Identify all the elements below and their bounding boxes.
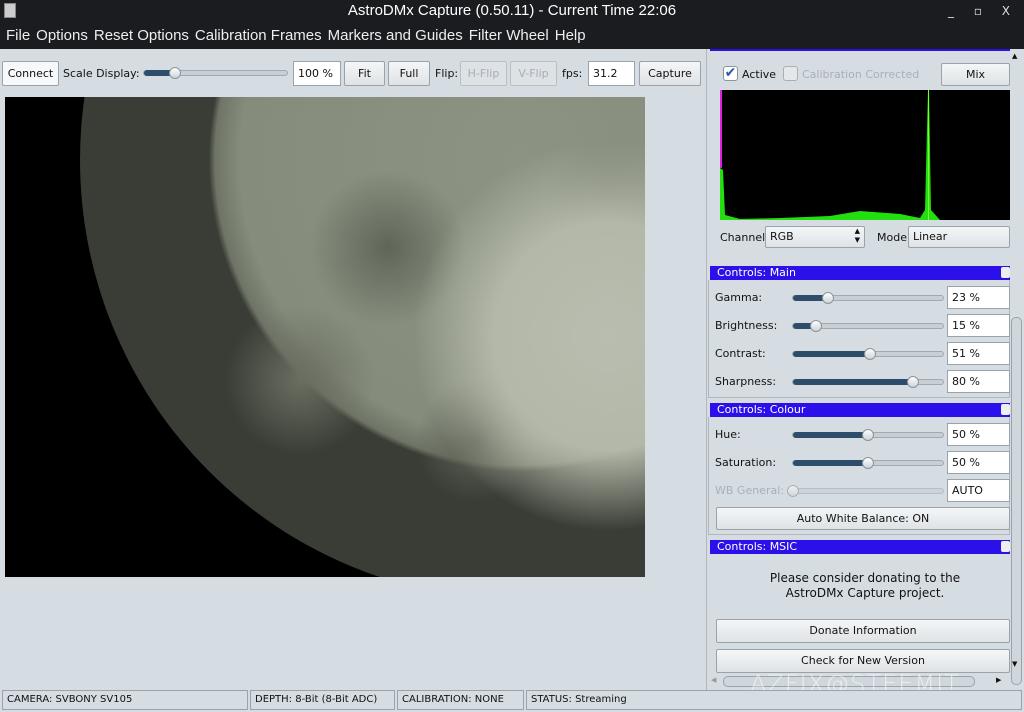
contrast-slider[interactable]	[792, 348, 944, 360]
hue-value[interactable]: 50 %	[947, 423, 1010, 446]
hue-label: Hue:	[715, 428, 741, 441]
wb-general-slider-knob[interactable]	[787, 485, 799, 497]
menu-bar: File Options Reset Options Calibration F…	[0, 22, 1024, 49]
donate-line-1: Please consider donating to the	[769, 571, 961, 585]
hue-slider-fill	[793, 432, 868, 438]
sharpness-slider-fill	[793, 379, 913, 385]
controls-colour-header[interactable]: Controls: Colour	[710, 403, 1010, 417]
brightness-value[interactable]: 15 %	[947, 314, 1010, 337]
collapse-icon[interactable]	[1001, 541, 1010, 552]
capture-button[interactable]: Capture	[639, 61, 701, 86]
status-depth: DEPTH: 8-Bit (8-Bit ADC)	[250, 690, 395, 710]
controls-colour-title: Controls: Colour	[717, 403, 806, 416]
window-title: AstroDMx Capture (0.50.11) - Current Tim…	[347, 2, 677, 19]
calibration-label: Calibration Corrected	[802, 68, 920, 81]
menu-calibration-frames[interactable]: Calibration Frames	[195, 22, 322, 49]
contrast-slider-fill	[793, 351, 870, 357]
donate-information-button[interactable]: Donate Information	[716, 619, 1010, 643]
title-bar: AstroDMx Capture (0.50.11) - Current Tim…	[0, 0, 1024, 22]
saturation-value[interactable]: 50 %	[947, 451, 1010, 474]
status-calibration: CALIBRATION: NONE	[397, 690, 524, 710]
sharpness-label: Sharpness:	[715, 375, 777, 388]
scale-display-label: Scale Display:	[63, 67, 140, 80]
channel-label: Channel:	[720, 231, 769, 244]
active-label: Active	[742, 68, 777, 81]
hue-slider-knob[interactable]	[862, 429, 874, 441]
channel-select[interactable]: RGB ▲ ▼	[765, 226, 865, 248]
gamma-slider-knob[interactable]	[821, 292, 834, 304]
histogram-magenta	[720, 90, 722, 168]
contrast-value[interactable]: 51 %	[947, 342, 1010, 365]
mode-value: Linear	[913, 230, 948, 243]
window-controls[interactable]: _ ▫ X	[948, 0, 1018, 22]
sharpness-slider[interactable]	[792, 376, 944, 388]
spinner-icon: ▲ ▼	[854, 227, 860, 244]
mode-select[interactable]: Linear	[908, 226, 1010, 248]
controls-msic-header[interactable]: Controls: MSIC	[710, 540, 1010, 554]
wb-general-slider[interactable]	[787, 485, 944, 497]
sharpness-value[interactable]: 80 %	[947, 370, 1010, 393]
wb-general-label: WB General:	[715, 484, 784, 497]
histogram	[720, 90, 1010, 220]
collapse-icon[interactable]	[1001, 267, 1010, 278]
brightness-slider[interactable]	[792, 320, 944, 332]
status-camera: CAMERA: SVBONY SV105	[2, 690, 248, 710]
channel-value: RGB	[770, 230, 794, 243]
scroll-left-icon[interactable]: ◀	[711, 676, 716, 684]
saturation-slider-knob[interactable]	[862, 457, 874, 469]
brightness-label: Brightness:	[715, 319, 778, 332]
moon-image	[80, 97, 645, 577]
mode-label: Mode:	[877, 231, 911, 244]
gamma-value[interactable]: 23 %	[947, 286, 1010, 309]
gamma-slider[interactable]	[792, 292, 944, 304]
scroll-thumb[interactable]	[1011, 317, 1022, 685]
vertical-scrollbar[interactable]: ▲ ▼	[1011, 52, 1022, 685]
contrast-slider-knob[interactable]	[863, 348, 876, 360]
contrast-label: Contrast:	[715, 347, 766, 360]
connect-button[interactable]: Connect	[2, 61, 59, 86]
menu-options[interactable]: Options	[36, 22, 88, 49]
menu-help[interactable]: Help	[555, 22, 586, 49]
hue-slider[interactable]	[792, 429, 944, 441]
scroll-down-icon[interactable]: ▼	[1012, 660, 1017, 668]
collapse-icon[interactable]	[1001, 404, 1010, 415]
camera-preview	[5, 97, 645, 577]
histogram-header	[710, 49, 1010, 51]
gamma-label: Gamma:	[715, 291, 763, 304]
calibration-checkbox[interactable]	[783, 66, 798, 81]
scroll-right-icon[interactable]: ▶	[996, 676, 1001, 684]
saturation-label: Saturation:	[715, 456, 777, 469]
h-flip-button[interactable]: H-Flip	[460, 61, 507, 86]
saturation-slider-fill	[793, 460, 868, 466]
menu-reset-options[interactable]: Reset Options	[94, 22, 189, 49]
scale-display-slider[interactable]	[143, 67, 288, 79]
app-icon	[4, 3, 16, 18]
fit-button[interactable]: Fit	[344, 61, 385, 86]
brightness-slider-knob[interactable]	[809, 320, 822, 332]
controls-msic-title: Controls: MSIC	[717, 540, 798, 553]
v-flip-button[interactable]: V-Flip	[510, 61, 557, 86]
menu-file[interactable]: File	[6, 22, 30, 49]
menu-filter-wheel[interactable]: Filter Wheel	[469, 22, 549, 49]
scroll-up-icon[interactable]: ▲	[1012, 52, 1017, 60]
fps-label: fps:	[562, 67, 583, 80]
histogram-bg	[720, 90, 1010, 220]
wb-general-value[interactable]: AUTO	[947, 479, 1010, 502]
zoom-field[interactable]: 100 %	[293, 61, 341, 86]
auto-white-balance-button[interactable]: Auto White Balance: ON	[716, 507, 1010, 530]
sharpness-slider-knob[interactable]	[907, 376, 919, 388]
controls-main-header[interactable]: Controls: Main	[710, 266, 1010, 280]
mix-button[interactable]: Mix	[941, 63, 1010, 86]
fps-field[interactable]: 31.2	[588, 61, 635, 86]
full-button[interactable]: Full	[388, 61, 430, 86]
flip-label: Flip:	[435, 67, 459, 80]
controls-main-title: Controls: Main	[717, 266, 796, 279]
status-streaming: STATUS: Streaming	[526, 690, 1022, 710]
menu-markers-guides[interactable]: Markers and Guides	[328, 22, 463, 49]
donate-line-2: AstroDMx Capture project.	[785, 586, 945, 600]
active-checkbox[interactable]: ✔	[723, 66, 738, 81]
saturation-slider[interactable]	[792, 457, 944, 469]
